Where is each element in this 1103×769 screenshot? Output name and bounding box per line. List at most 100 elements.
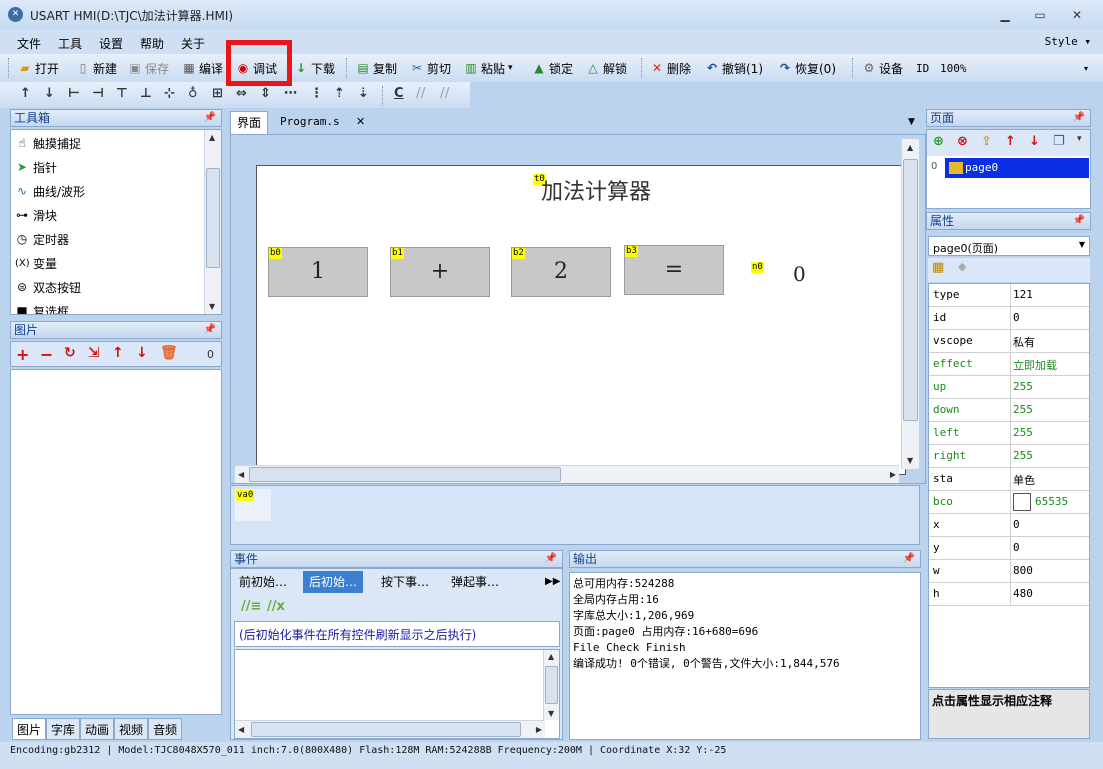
same-height-icon[interactable]: ⇕: [260, 86, 271, 101]
event-code-editor[interactable]: ▲ ▼ ◀ ▶: [234, 649, 560, 739]
id-button[interactable]: ID: [916, 59, 929, 77]
property-row-y[interactable]: y0: [929, 537, 1089, 560]
scroll-up-icon[interactable]: ▲: [548, 652, 554, 661]
download-button[interactable]: ↓ 下载: [294, 59, 335, 77]
property-row-down[interactable]: down 255: [929, 399, 1089, 422]
menu-about[interactable]: 关于: [181, 35, 205, 52]
comment-icon[interactable]: //: [416, 86, 426, 101]
distribute-h-icon[interactable]: ⋯: [284, 86, 297, 101]
property-row-left[interactable]: left 255: [929, 422, 1089, 445]
paste-button[interactable]: ▥ 粘贴 ▾: [464, 59, 513, 77]
send-back-icon[interactable]: ⇣: [358, 86, 369, 101]
tab-audio[interactable]: 音频: [148, 718, 183, 740]
bring-front-icon[interactable]: ⇡: [334, 86, 345, 101]
distribute-v-icon[interactable]: ⋮: [310, 86, 323, 101]
tab-pictures[interactable]: 图片: [12, 718, 47, 740]
object-selector[interactable]: page0(页面) ▼: [928, 236, 1090, 256]
center-horizontal-icon[interactable]: ⊹: [164, 86, 175, 101]
scroll-thumb[interactable]: [251, 722, 521, 737]
button-b3[interactable]: =: [624, 245, 724, 295]
button-b0[interactable]: 1: [268, 247, 368, 297]
tool-curve[interactable]: ∿ 曲线/波形: [15, 180, 85, 202]
tool-checkbox[interactable]: ■ 复选框: [15, 300, 69, 314]
menu-tools[interactable]: 工具: [58, 35, 82, 52]
import-page-icon[interactable]: ⇪: [981, 134, 992, 149]
menu-settings[interactable]: 设置: [99, 35, 123, 52]
lock-button[interactable]: ▲ 锁定: [532, 59, 573, 77]
tool-dual-state[interactable]: ⊜ 双态按钮: [15, 276, 81, 298]
scroll-up-icon[interactable]: ▲: [209, 133, 215, 142]
pin-icon[interactable]: 📌: [204, 322, 216, 338]
pin-icon[interactable]: 📌: [204, 110, 216, 126]
button-b2[interactable]: 2: [511, 247, 611, 297]
code-c-icon[interactable]: C: [394, 86, 404, 101]
button-b1[interactable]: +: [390, 247, 490, 297]
save-button[interactable]: ▣ 保存: [128, 59, 169, 77]
scroll-down-icon[interactable]: ▼: [209, 302, 215, 311]
tab-release[interactable]: 弹起事…: [445, 571, 505, 593]
minimize-button[interactable]: ▁: [990, 4, 1020, 26]
pin-icon[interactable]: 📌: [903, 551, 915, 567]
hmi-screen[interactable]: t0 加法计算器 1 b0 + b1 2 b2 = b3 n0 0: [256, 165, 906, 475]
tool-variable[interactable]: (X) 变量: [15, 252, 57, 274]
close-tab-icon[interactable]: ✕: [350, 111, 371, 134]
uncomment-icon[interactable]: //x: [267, 599, 285, 614]
tab-fonts[interactable]: 字库: [46, 718, 81, 740]
property-row-up[interactable]: up 255: [929, 376, 1089, 399]
replace-icon[interactable]: ↻: [64, 345, 76, 361]
property-row-x[interactable]: x0: [929, 514, 1089, 537]
tool-slider[interactable]: ⊶ 滑块: [15, 204, 57, 226]
pin-icon[interactable]: 📌: [1073, 213, 1085, 229]
scroll-right-icon[interactable]: ▶: [536, 725, 542, 734]
tool-pointer[interactable]: ➤ 指针: [15, 156, 57, 178]
more-tabs-icon[interactable]: ▶▶: [539, 571, 566, 593]
tab-postinit[interactable]: 后初始…: [303, 571, 364, 593]
paste-dropdown-icon[interactable]: ▾: [508, 63, 513, 73]
page-item[interactable]: page0: [945, 158, 1089, 178]
comment-icon[interactable]: //≡: [241, 599, 261, 614]
move-down-icon[interactable]: ↓: [136, 345, 148, 361]
copy-button[interactable]: ▤ 复制: [356, 59, 397, 77]
scroll-thumb[interactable]: [545, 666, 558, 704]
page-up-icon[interactable]: ↑: [1005, 134, 1016, 149]
new-button[interactable]: ▯ 新建: [76, 59, 117, 77]
menu-file[interactable]: 文件: [17, 35, 41, 52]
property-row-right[interactable]: right 255: [929, 445, 1089, 468]
tab-press[interactable]: 按下事…: [375, 571, 435, 593]
tab-ui[interactable]: 界面: [230, 111, 269, 134]
property-row-type[interactable]: type 121: [929, 284, 1089, 307]
compile-button[interactable]: ▦ 编译: [182, 59, 223, 77]
trash-icon[interactable]: 🗑: [160, 345, 178, 361]
align-right-icon[interactable]: ⊣: [92, 86, 104, 101]
cut-button[interactable]: ✂ 剪切: [410, 59, 451, 77]
delete-page-icon[interactable]: ⊗: [957, 134, 968, 149]
editor-hscroll[interactable]: ◀ ▶: [235, 720, 545, 738]
export-icon[interactable]: ⇲: [88, 345, 100, 361]
remove-icon[interactable]: −: [40, 345, 53, 364]
editor-vscroll[interactable]: ▲ ▼: [543, 650, 559, 720]
property-row-bco[interactable]: bco 65535: [929, 491, 1089, 514]
tab-program[interactable]: Program.s: [274, 111, 346, 134]
device-button[interactable]: ⚙ 设备: [862, 59, 903, 77]
pages-overflow-icon[interactable]: ▾: [1077, 134, 1082, 144]
property-row-w[interactable]: w 800: [929, 560, 1089, 583]
scroll-thumb[interactable]: [206, 168, 220, 268]
same-width-icon[interactable]: ⇔: [236, 86, 247, 101]
scroll-thumb[interactable]: [903, 159, 918, 421]
move-up-icon[interactable]: ↑: [112, 345, 124, 361]
pin-icon[interactable]: 📌: [545, 551, 557, 567]
align-left-icon[interactable]: ⊢: [68, 86, 80, 101]
tool-timer[interactable]: ◷ 定时器: [15, 228, 69, 250]
open-button[interactable]: ▰ 打开: [18, 59, 59, 77]
scroll-down-icon[interactable]: ▼: [907, 456, 913, 465]
close-button[interactable]: ✕: [1062, 4, 1092, 26]
calculator-title-text[interactable]: 加法计算器: [541, 174, 651, 206]
add-page-icon[interactable]: ⊕: [933, 134, 944, 149]
toolbox-scrollbar[interactable]: ▲ ▼: [204, 130, 221, 314]
color-swatch[interactable]: [1013, 493, 1031, 511]
scroll-down-icon[interactable]: ▼: [548, 709, 554, 718]
tool-touch-capture[interactable]: ☝ 触摸捕捉: [15, 132, 81, 154]
align-down-icon[interactable]: ↓: [44, 86, 55, 101]
scroll-left-icon[interactable]: ◀: [238, 470, 244, 479]
same-size-icon[interactable]: ⊞: [212, 86, 223, 101]
